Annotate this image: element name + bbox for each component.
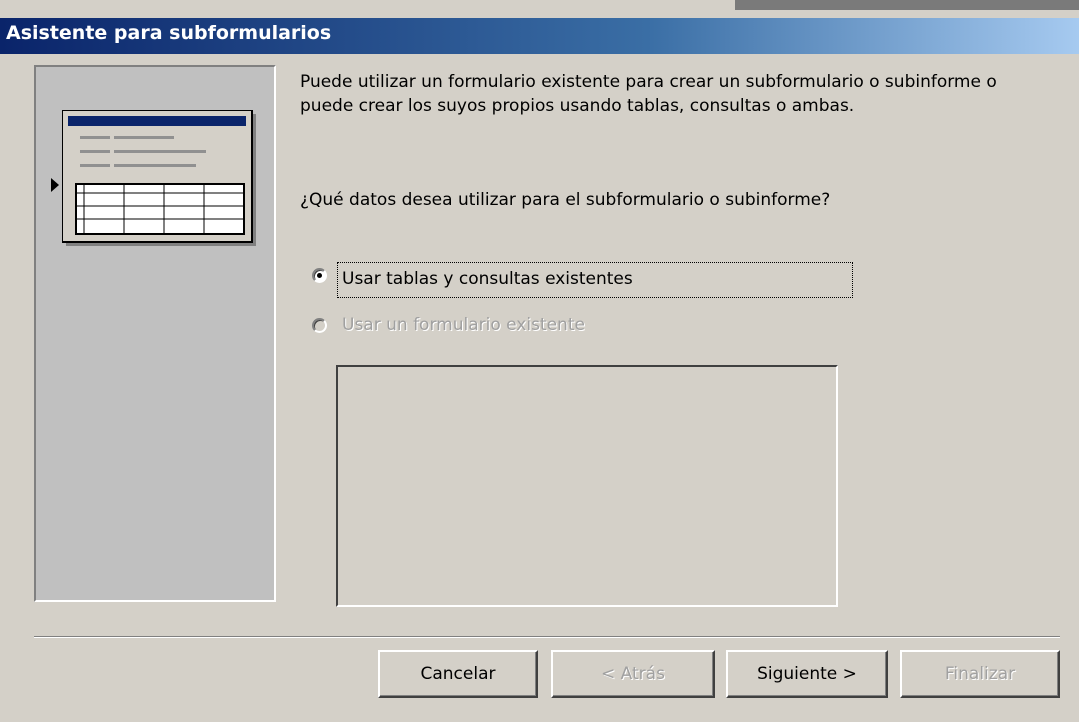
forms-listbox bbox=[336, 365, 838, 607]
back-button: < Atrás bbox=[551, 650, 715, 698]
background-window-strip bbox=[735, 0, 1079, 10]
finish-button: Finalizar bbox=[900, 650, 1060, 698]
wizard-form-illustration bbox=[62, 110, 256, 246]
separator-highlight bbox=[34, 637, 1060, 638]
window-title: Asistente para subformularios bbox=[6, 22, 332, 44]
pointer-arrow-icon bbox=[51, 178, 59, 192]
title-bar[interactable]: Asistente para subformularios bbox=[0, 18, 1079, 54]
description-text: Puede utilizar un formulario existente p… bbox=[300, 72, 997, 116]
radio-tables-queries[interactable] bbox=[312, 268, 327, 283]
option-tables-queries-label[interactable]: Usar tablas y consultas existentes bbox=[337, 262, 853, 298]
next-button[interactable]: Siguiente > bbox=[726, 650, 888, 698]
question-text: ¿Qué datos desea utilizar para el subfor… bbox=[300, 190, 831, 210]
cancel-button[interactable]: Cancelar bbox=[378, 650, 538, 698]
option-existing-form-label: Usar un formulario existente bbox=[342, 315, 585, 335]
window-top-edge bbox=[0, 0, 1079, 10]
radio-existing-form bbox=[312, 318, 327, 333]
